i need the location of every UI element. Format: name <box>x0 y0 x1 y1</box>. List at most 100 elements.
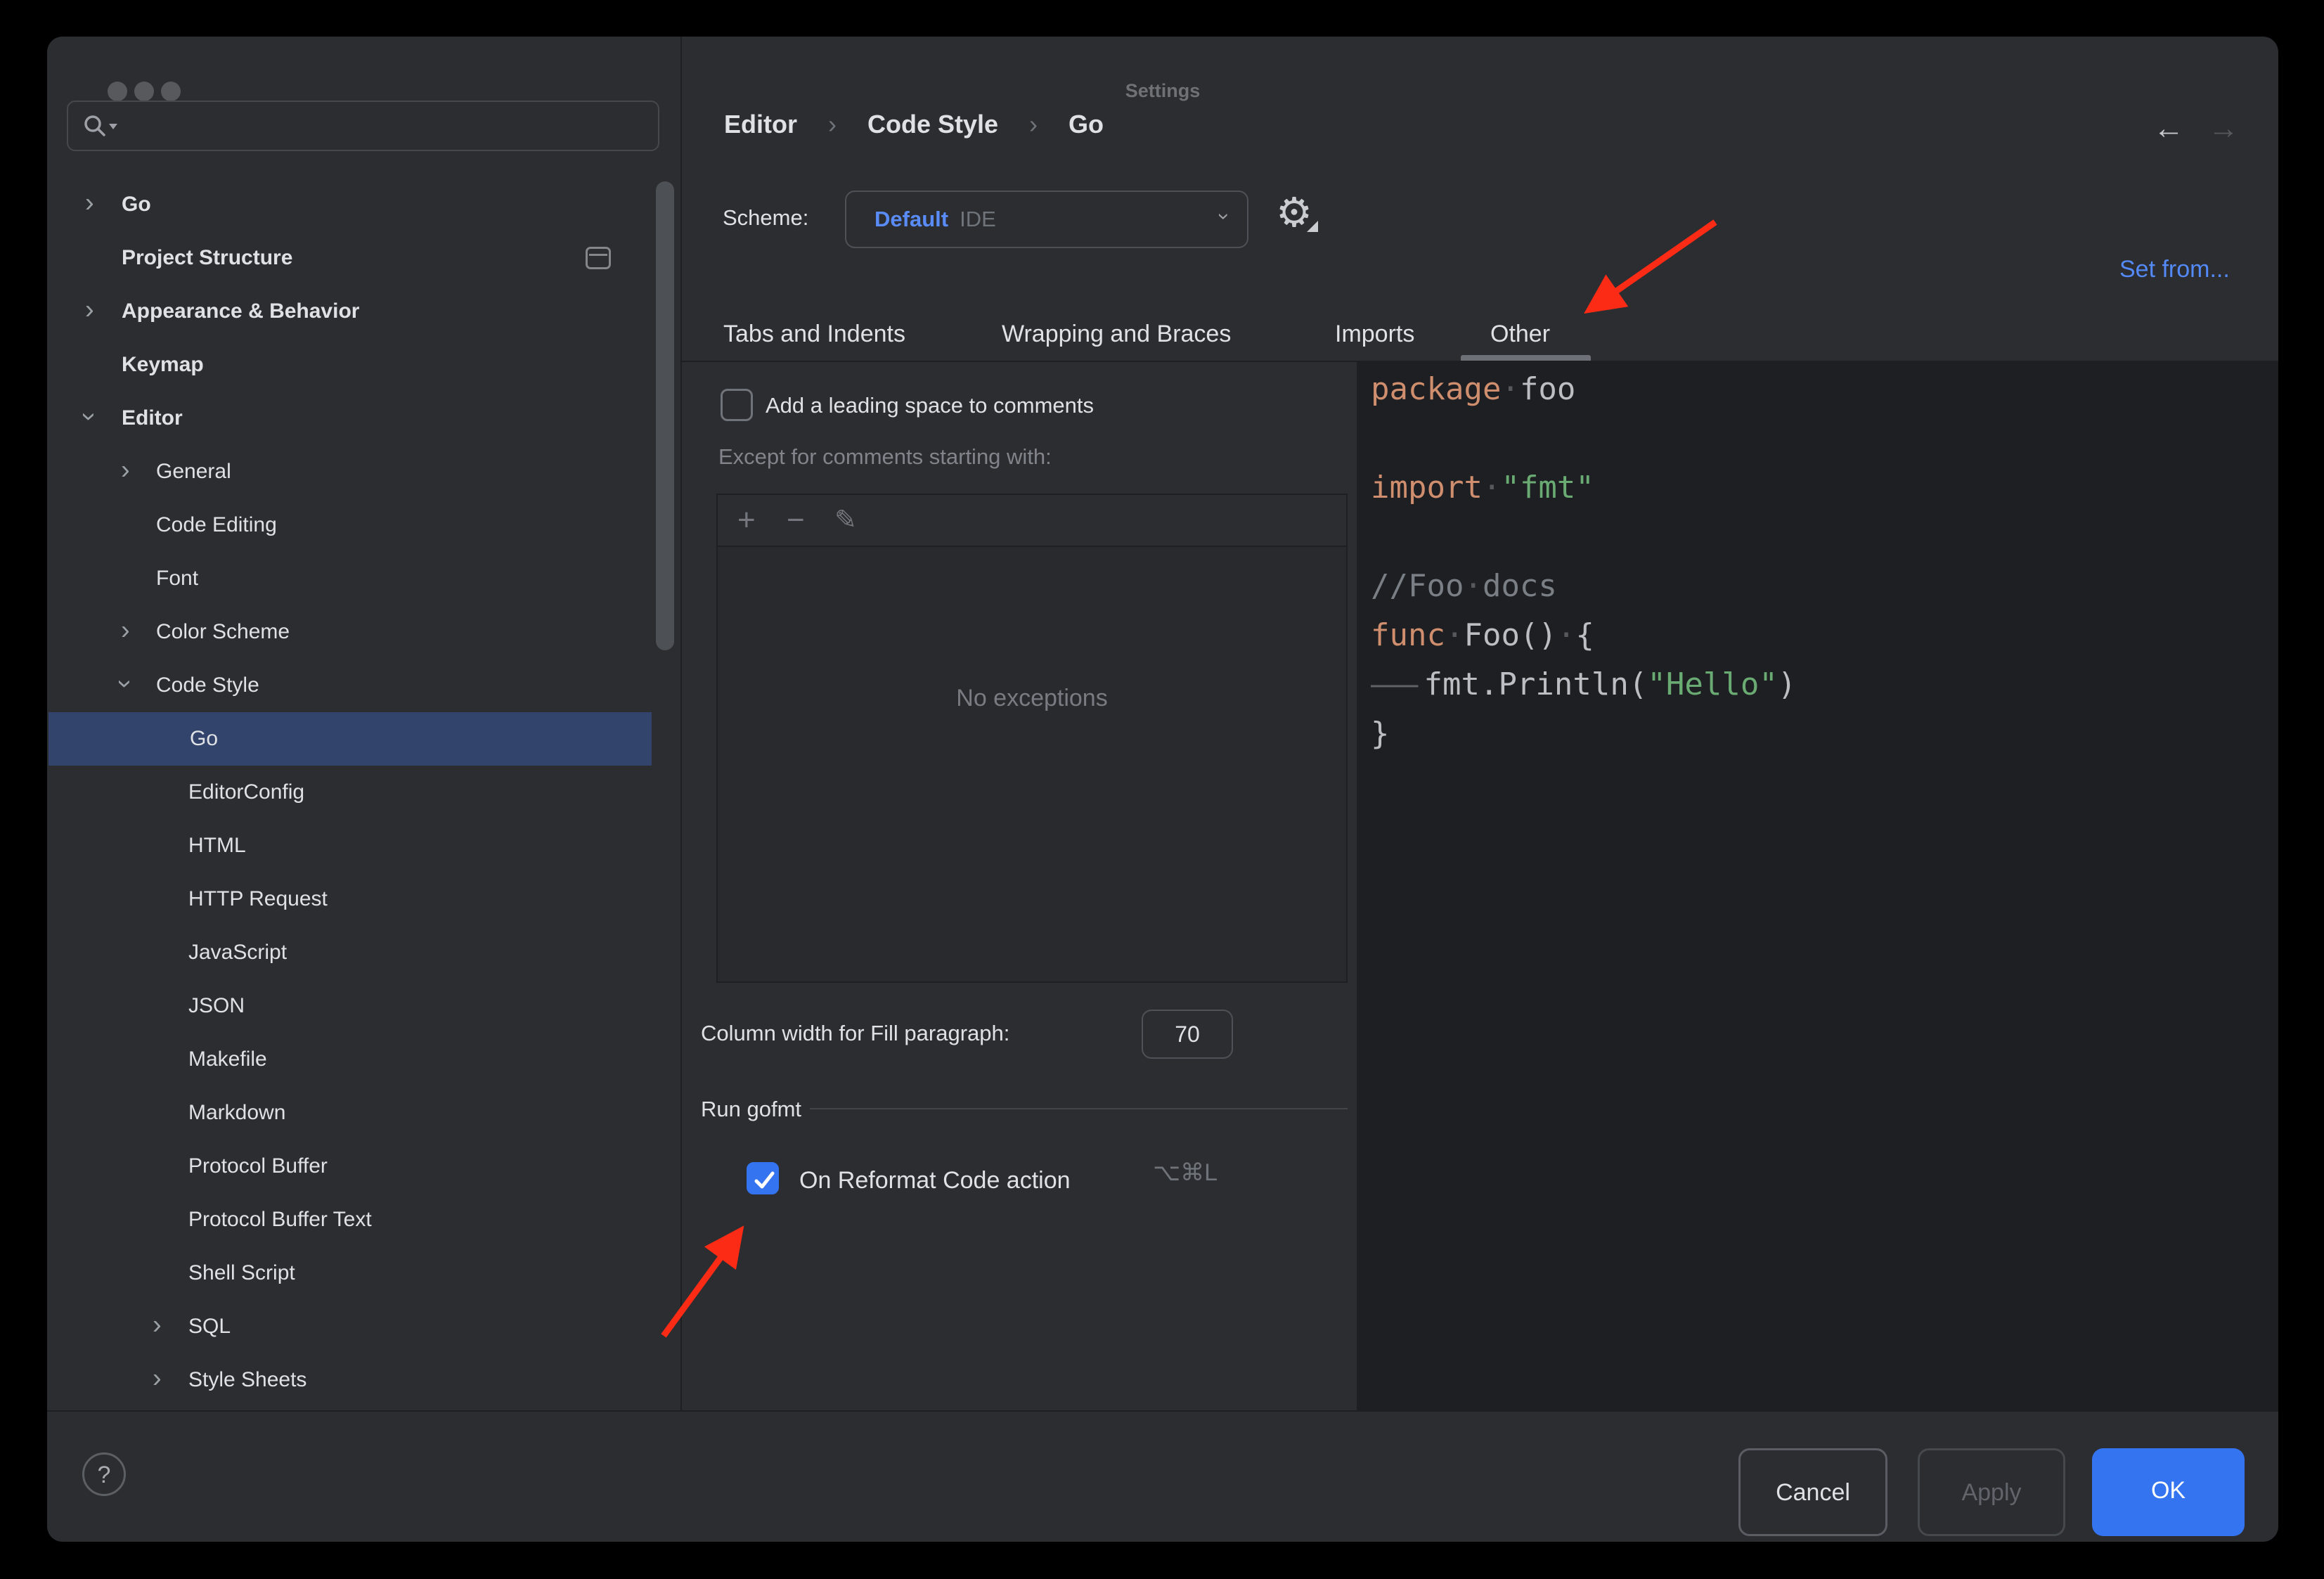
on-reformat-checkbox[interactable] <box>747 1162 779 1194</box>
code-token: package <box>1371 371 1501 407</box>
sidebar-item-keymap[interactable]: Keymap <box>47 338 653 392</box>
sidebar-item-label: Makefile <box>188 1048 267 1071</box>
apply-button[interactable]: Apply <box>1918 1448 2065 1536</box>
chevron-down-icon[interactable]: › <box>76 412 103 421</box>
sidebar-item-label: Code Style <box>156 674 259 697</box>
run-gofmt-group-label: Run gofmt <box>701 1097 801 1122</box>
breadcrumb-separator: › <box>828 110 837 139</box>
column-width-input[interactable]: 70 <box>1142 1010 1233 1059</box>
sidebar-item-shell-script[interactable]: Shell Script <box>47 1246 653 1300</box>
chevron-right-icon[interactable]: › <box>153 1365 162 1392</box>
help-button[interactable]: ? <box>82 1452 126 1496</box>
chevron-right-icon[interactable]: › <box>153 1312 162 1339</box>
sidebar-item-label: Protocol Buffer <box>188 1154 328 1178</box>
tab-imports[interactable]: Imports <box>1335 321 1414 348</box>
sidebar-item-code-style[interactable]: › Code Style <box>47 659 653 712</box>
sidebar-item-general[interactable]: ›General <box>47 445 653 498</box>
checkmark-icon <box>749 1164 781 1197</box>
code-token: "Hello" <box>1647 666 1777 702</box>
chevron-down-icon[interactable]: › <box>112 679 138 688</box>
sidebar-item-label: JSON <box>188 994 245 1018</box>
scheme-dropdown[interactable]: Default IDE › <box>845 191 1248 248</box>
sidebar-item-javascript[interactable]: JavaScript <box>47 926 653 979</box>
remove-icon[interactable]: − <box>787 505 805 536</box>
scheme-suffix: IDE <box>960 207 996 232</box>
code-token: } <box>1371 716 1390 752</box>
sidebar-item-font[interactable]: Font <box>47 552 653 605</box>
sidebar-item-makefile[interactable]: Makefile <box>47 1033 653 1086</box>
tab-wrapping-and-braces[interactable]: Wrapping and Braces <box>1002 321 1231 348</box>
sidebar-item-go[interactable]: › Go <box>47 178 653 231</box>
no-exceptions-placeholder: No exceptions <box>718 685 1346 712</box>
sidebar-item-sql[interactable]: › SQL <box>47 1300 653 1353</box>
tab-tabs-and-indents[interactable]: Tabs and Indents <box>723 321 905 348</box>
sidebar-item-label: Style Sheets <box>188 1368 306 1392</box>
add-leading-space-checkbox[interactable] <box>721 389 753 421</box>
code-token: ——— <box>1371 666 1414 702</box>
back-arrow-button[interactable]: ← <box>2153 111 2184 146</box>
edit-pencil-icon[interactable]: ✎ <box>834 507 857 534</box>
code-token: · <box>1445 617 1464 653</box>
breadcrumb-editor[interactable]: Editor <box>724 110 797 139</box>
add-leading-space-label: Add a leading space to comments <box>766 393 1094 418</box>
code-token: · <box>1483 470 1502 505</box>
sidebar-item-go[interactable]: Go <box>49 712 652 766</box>
sidebar-item-http-request[interactable]: HTTP Request <box>47 872 653 926</box>
code-line: func·Foo()·{ <box>1371 611 1594 660</box>
project-window-icon <box>586 247 611 269</box>
chevron-down-icon: › <box>1212 213 1236 220</box>
code-preview-pane: package·fooimport·"fmt"//Foo·docsfunc·Fo… <box>1357 362 2278 1410</box>
sidebar-item-label: SQL <box>188 1315 231 1339</box>
chevron-right-icon[interactable]: › <box>121 617 130 644</box>
sidebar-item-color-scheme[interactable]: ›Color Scheme <box>47 605 653 659</box>
chevron-right-icon[interactable]: › <box>85 297 94 323</box>
scheme-value: Default <box>874 207 948 232</box>
tab-other[interactable]: Other <box>1490 321 1550 348</box>
code-line: ——— fmt.Println("Hello") <box>1371 660 1796 709</box>
breadcrumb: Editor › Code Style › Go <box>724 110 1104 139</box>
sidebar-divider <box>680 37 682 1410</box>
sidebar-item-label: Go <box>190 727 218 751</box>
sidebar-item-html[interactable]: HTML <box>47 819 653 872</box>
sidebar-item-json[interactable]: JSON <box>47 979 653 1033</box>
cancel-button[interactable]: Cancel <box>1738 1448 1887 1536</box>
sidebar-item-label: Go <box>122 193 151 217</box>
sidebar-item-appearance-behavior[interactable]: ›Appearance & Behavior <box>47 285 653 338</box>
footer: ? Cancel Apply OK <box>47 1410 2278 1542</box>
sidebar-item-project-structure[interactable]: Project Structure <box>47 231 653 285</box>
set-from-link[interactable]: Set from... <box>2119 256 2230 283</box>
sidebar-item-label: Shell Script <box>188 1261 295 1285</box>
add-icon[interactable]: + <box>737 505 756 536</box>
code-token: ) <box>1778 666 1797 702</box>
except-comments-label: Except for comments starting with: <box>718 444 1052 470</box>
breadcrumb-go[interactable]: Go <box>1069 110 1104 139</box>
code-token: · <box>1464 568 1483 604</box>
code-token: { <box>1575 617 1594 653</box>
forward-arrow-button[interactable]: → <box>2208 111 2239 146</box>
chevron-right-icon[interactable]: › <box>121 457 130 484</box>
sidebar-item-editor[interactable]: ›Editor <box>47 392 653 445</box>
code-token: //Foo <box>1371 568 1464 604</box>
sidebar-scrollbar[interactable] <box>656 181 674 650</box>
code-token: func <box>1371 617 1445 653</box>
breadcrumb-separator: › <box>1029 110 1038 139</box>
scheme-gear-icon[interactable]: ⚙ <box>1276 193 1312 233</box>
sidebar-item-editorconfig[interactable]: EditorConfig <box>47 766 653 819</box>
sidebar-item-label: Code Editing <box>156 513 277 537</box>
sidebar-item-label: HTML <box>188 834 246 858</box>
sidebar-item-style-sheets[interactable]: › Style Sheets <box>47 1353 653 1407</box>
settings-dialog: Settings ›GoProject Structure›Appearance… <box>47 37 2278 1542</box>
settings-tree: › Go Project Structure›Appearance & Behavi… <box>47 37 680 1410</box>
code-token: fmt.Println( <box>1424 666 1647 702</box>
code-token: docs <box>1483 568 1557 604</box>
code-line: } <box>1371 709 1390 759</box>
sidebar-item-label: EditorConfig <box>188 780 304 804</box>
sidebar-item-code-editing[interactable]: Code Editing <box>47 498 653 552</box>
sidebar-item-protocol-buffer-text[interactable]: Protocol Buffer Text <box>47 1193 653 1246</box>
sidebar-item-protocol-buffer[interactable]: Protocol Buffer <box>47 1140 653 1193</box>
breadcrumb-code-style[interactable]: Code Style <box>867 110 998 139</box>
sidebar-item-markdown[interactable]: Markdown <box>47 1086 653 1140</box>
chevron-right-icon[interactable]: › <box>85 190 94 217</box>
exceptions-panel: + − ✎ No exceptions <box>716 494 1348 983</box>
ok-button[interactable]: OK <box>2092 1448 2245 1536</box>
